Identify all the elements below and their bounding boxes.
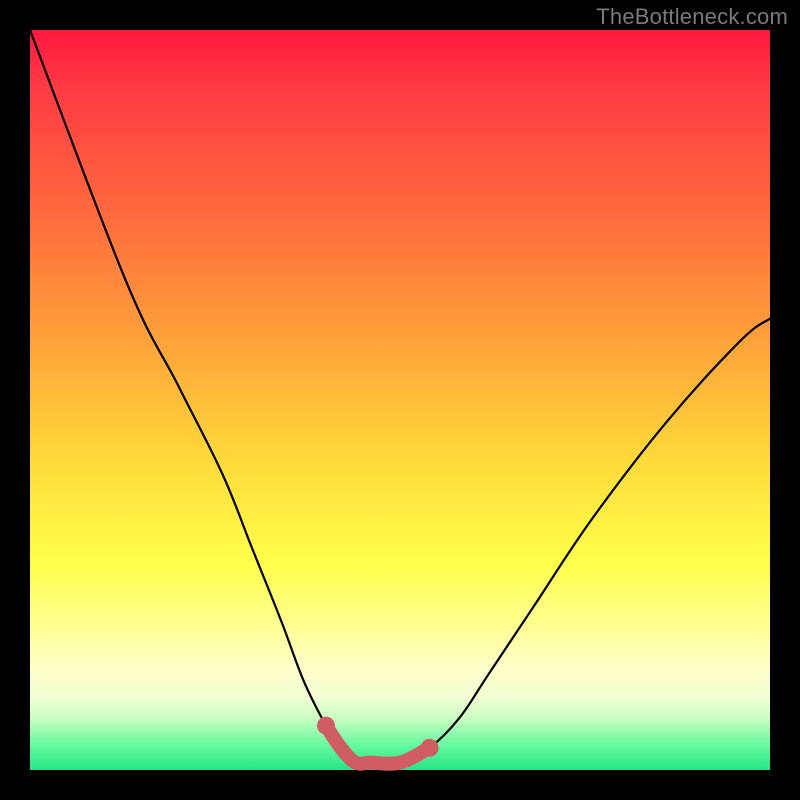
plot-area bbox=[30, 30, 770, 770]
outer-frame: TheBottleneck.com bbox=[0, 0, 800, 800]
highlight-dot bbox=[421, 739, 439, 757]
highlight-segment bbox=[326, 726, 430, 764]
curve-layer bbox=[30, 30, 770, 770]
bottleneck-curve bbox=[30, 30, 770, 764]
highlight-dot bbox=[317, 717, 335, 735]
watermark-text: TheBottleneck.com bbox=[596, 4, 788, 30]
